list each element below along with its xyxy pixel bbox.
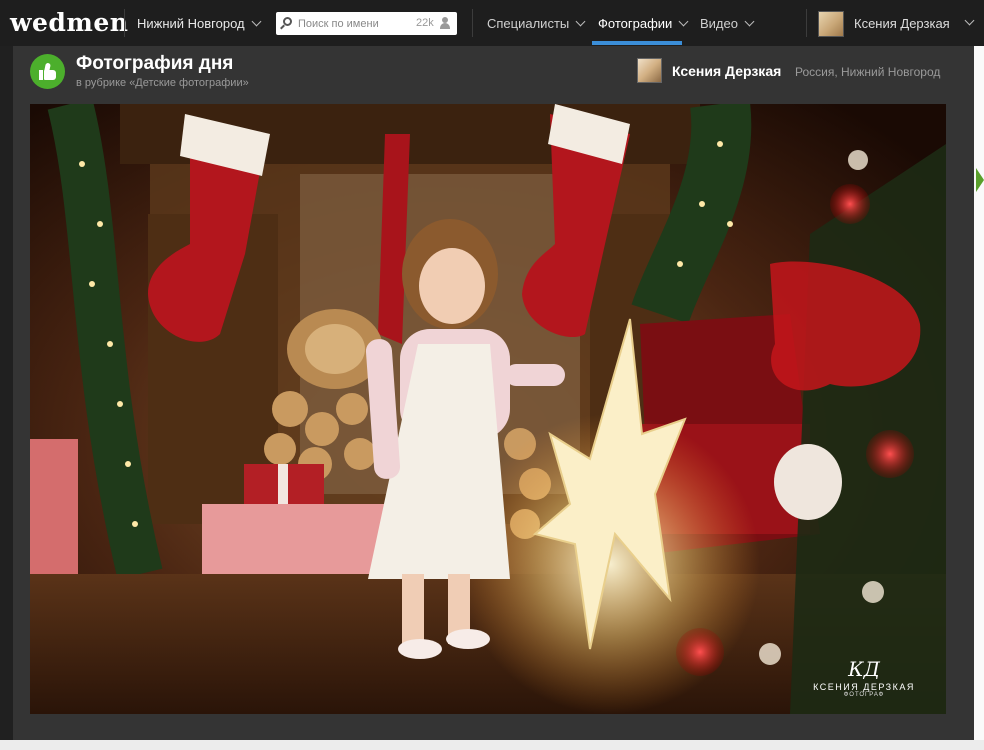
photographer-watermark: КД КСЕНИЯ ДЕРЗКАЯ ФОТОГРАФ — [784, 658, 944, 698]
watermark-initials: КД — [848, 657, 880, 681]
author-location: Россия, Нижний Новгород — [795, 65, 941, 79]
nav-divider — [472, 9, 473, 37]
author-avatar[interactable] — [637, 58, 662, 83]
chevron-down-icon — [251, 16, 262, 27]
chevron-down-icon[interactable] — [964, 15, 975, 26]
nav-video-label: Видео — [700, 16, 738, 31]
search-input[interactable] — [298, 15, 408, 32]
author-name[interactable]: Ксения Дерзкая — [672, 63, 781, 79]
nav-specialists-label: Специалисты — [487, 16, 570, 31]
active-tab-indicator — [592, 41, 682, 45]
search-count: 22k — [416, 17, 434, 29]
nav-divider — [806, 9, 807, 37]
search-icon — [283, 17, 292, 26]
page-edge — [974, 46, 984, 740]
avatar[interactable] — [818, 11, 844, 37]
chevron-down-icon — [678, 16, 689, 27]
city-selector[interactable]: Нижний Новгород — [137, 16, 262, 31]
top-navigation-bar: wedmen Нижний Новгород 22k Специалисты Ф… — [0, 0, 984, 46]
user-icon — [439, 17, 451, 29]
next-arrow-icon[interactable] — [976, 168, 984, 192]
chevron-down-icon — [744, 16, 755, 27]
nav-photos[interactable]: Фотографии — [598, 16, 689, 31]
thumbs-up-icon — [39, 62, 56, 80]
watermark-name: КСЕНИЯ ДЕРЗКАЯ — [813, 682, 915, 692]
nav-photos-label: Фотографии — [598, 16, 673, 31]
category-subtitle[interactable]: в рубрике «Детские фотографии» — [76, 77, 249, 89]
featured-photo[interactable]: КД КСЕНИЯ ДЕРЗКАЯ ФОТОГРАФ — [30, 104, 946, 714]
like-badge[interactable] — [30, 54, 65, 89]
nav-video[interactable]: Видео — [700, 16, 755, 31]
page-title: Фотография дня — [76, 53, 234, 74]
nav-divider — [124, 9, 125, 37]
watermark-caption: ФОТОГРАФ — [843, 692, 885, 698]
account-name[interactable]: Ксения Дерзкая — [854, 16, 950, 31]
chevron-down-icon — [575, 16, 586, 27]
photo-illustration — [30, 104, 946, 714]
city-label: Нижний Новгород — [137, 16, 245, 31]
nav-specialists[interactable]: Специалисты — [487, 16, 586, 31]
page-bottom-strip — [0, 740, 984, 750]
site-logo[interactable]: wedmen — [10, 8, 128, 37]
search-box[interactable]: 22k — [276, 12, 457, 35]
